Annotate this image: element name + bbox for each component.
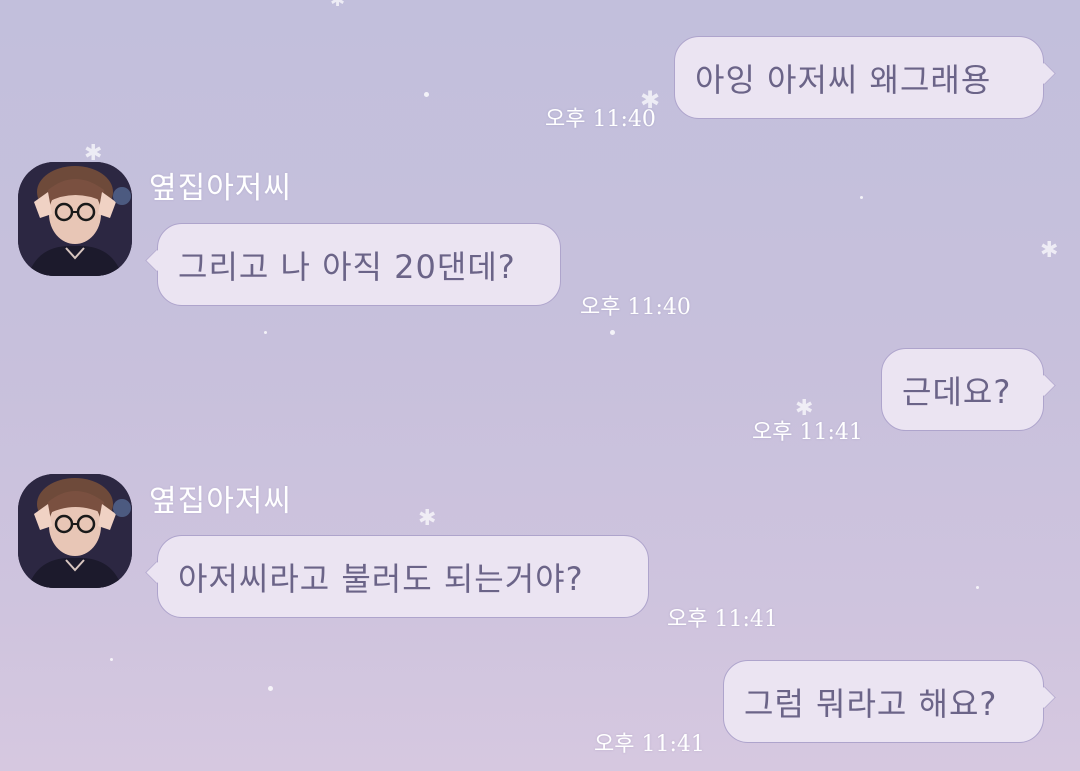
sparkle-dot-icon [264, 331, 267, 334]
message-timestamp: 오후 11:40 [545, 107, 656, 132]
sparkle-dot-icon [268, 686, 273, 691]
sparkle-icon: ✱ [330, 0, 346, 11]
message-bubble-incoming[interactable]: 아저씨라고 불러도 되는거야? [157, 535, 649, 618]
sparkle-dot-icon [610, 330, 615, 335]
contact-avatar[interactable] [18, 162, 132, 276]
message-bubble-incoming[interactable]: 그리고 나 아직 20댄데? [157, 223, 561, 306]
contact-avatar[interactable] [18, 474, 132, 588]
profile-photo-icon [18, 474, 132, 588]
sparkle-dot-icon [860, 196, 863, 199]
sparkle-dot-icon [424, 92, 429, 97]
message-timestamp: 오후 11:40 [580, 295, 691, 320]
sparkle-dot-icon [110, 658, 113, 661]
message-bubble-outgoing[interactable]: 그럼 뭐라고 해요? [723, 660, 1044, 743]
message-timestamp: 오후 11:41 [667, 607, 778, 632]
message-bubble-outgoing[interactable]: 근데요? [881, 348, 1044, 431]
message-bubble-outgoing[interactable]: 아잉 아저씨 왜그래용 [674, 36, 1044, 119]
sender-name: 옆집아저씨 [149, 171, 292, 206]
message-timestamp: 오후 11:41 [752, 420, 863, 445]
message-text: 아저씨라고 불러도 되는거야? [178, 559, 584, 598]
message-text: 그리고 나 아직 20댄데? [178, 247, 516, 286]
chat-room: ✱ ✱ ✱ ✱ ✱ ✱ 아잉 아저씨 왜그래용 오후 11:40 옆집아저씨 그 [0, 0, 1080, 771]
profile-photo-icon [18, 162, 132, 276]
message-text: 근데요? [902, 372, 1012, 411]
sparkle-icon: ✱ [1040, 238, 1059, 263]
sender-name: 옆집아저씨 [149, 484, 292, 519]
sparkle-dot-icon [976, 586, 979, 589]
message-timestamp: 오후 11:41 [594, 732, 705, 757]
message-text: 그럼 뭐라고 해요? [744, 684, 998, 723]
sparkle-icon: ✱ [418, 506, 437, 531]
message-text: 아잉 아저씨 왜그래용 [695, 60, 992, 99]
